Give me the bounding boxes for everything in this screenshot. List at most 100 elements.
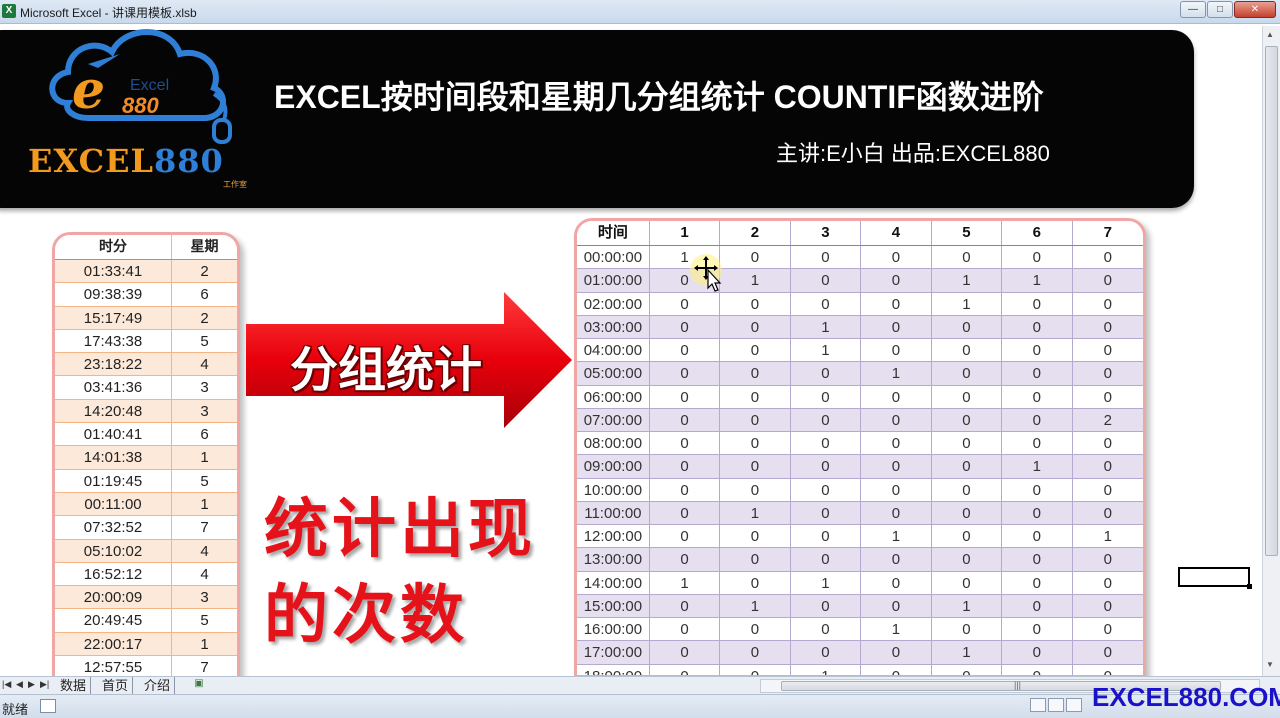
count-cell[interactable]: 0: [1002, 339, 1073, 362]
count-cell[interactable]: 0: [720, 455, 791, 478]
hour-cell[interactable]: 14:00:00: [577, 571, 650, 594]
count-cell[interactable]: 0: [720, 548, 791, 571]
count-cell[interactable]: 0: [932, 478, 1003, 501]
count-cell[interactable]: 1: [1073, 525, 1143, 547]
hour-cell[interactable]: 17:00:00: [577, 641, 650, 664]
count-cell[interactable]: 0: [720, 432, 791, 455]
weekday-cell[interactable]: 4: [172, 563, 237, 585]
count-cell[interactable]: 1: [932, 292, 1003, 315]
count-cell[interactable]: 0: [1073, 595, 1143, 617]
count-cell[interactable]: 0: [861, 478, 932, 501]
count-cell[interactable]: 0: [1073, 618, 1143, 640]
hour-cell[interactable]: 08:00:00: [577, 432, 650, 455]
count-cell[interactable]: 0: [791, 501, 862, 524]
last-sheet-icon[interactable]: ▶|: [40, 679, 49, 690]
count-cell[interactable]: 0: [861, 385, 932, 408]
weekday-cell[interactable]: 1: [172, 493, 237, 515]
weekday-cell[interactable]: 7: [172, 516, 237, 538]
weekday-cell[interactable]: 4: [172, 353, 237, 375]
hour-cell[interactable]: 02:00:00: [577, 292, 650, 315]
count-cell[interactable]: 0: [791, 525, 862, 548]
weekday-cell[interactable]: 3: [172, 586, 237, 608]
normal-view-icon[interactable]: [1030, 698, 1046, 712]
weekday-cell[interactable]: 2: [172, 307, 237, 329]
count-cell[interactable]: 0: [932, 339, 1003, 362]
count-cell[interactable]: 0: [650, 525, 721, 548]
count-cell[interactable]: 0: [1073, 269, 1143, 291]
count-cell[interactable]: 0: [650, 455, 721, 478]
count-cell[interactable]: 0: [932, 432, 1003, 455]
count-cell[interactable]: 0: [861, 432, 932, 455]
count-cell[interactable]: 1: [932, 594, 1003, 617]
hour-cell[interactable]: 16:00:00: [577, 618, 650, 641]
count-cell[interactable]: 0: [720, 641, 791, 664]
time-cell[interactable]: 01:33:41: [55, 260, 172, 283]
count-cell[interactable]: 0: [650, 641, 721, 664]
tab-sheet-home[interactable]: 首页: [98, 677, 134, 694]
count-cell[interactable]: 0: [1002, 501, 1073, 524]
insert-sheet-icon[interactable]: ▣: [190, 678, 208, 692]
time-cell[interactable]: 09:38:39: [55, 283, 172, 306]
count-cell[interactable]: 0: [791, 246, 862, 269]
time-cell[interactable]: 22:00:17: [55, 632, 172, 656]
time-cell[interactable]: 17:43:38: [55, 329, 172, 353]
count-cell[interactable]: 0: [650, 339, 721, 362]
tab-sheet-data[interactable]: 数据: [56, 677, 92, 694]
count-cell[interactable]: 0: [1073, 339, 1143, 361]
count-cell[interactable]: 0: [861, 455, 932, 478]
count-cell[interactable]: 0: [1073, 362, 1143, 384]
count-cell[interactable]: 0: [720, 246, 791, 269]
count-cell[interactable]: 1: [791, 315, 862, 338]
count-cell[interactable]: 0: [720, 362, 791, 385]
count-cell[interactable]: 0: [1002, 594, 1073, 617]
count-cell[interactable]: 0: [861, 501, 932, 524]
header-time[interactable]: 时间: [577, 221, 650, 245]
count-cell[interactable]: 0: [791, 548, 862, 571]
hour-cell[interactable]: 11:00:00: [577, 501, 650, 524]
count-cell[interactable]: 0: [650, 315, 721, 338]
vertical-scroll-thumb[interactable]: [1265, 46, 1278, 556]
count-cell[interactable]: 0: [1002, 362, 1073, 385]
hour-cell[interactable]: 15:00:00: [577, 594, 650, 617]
count-cell[interactable]: 0: [650, 432, 721, 455]
count-cell[interactable]: 0: [791, 432, 862, 455]
time-cell[interactable]: 12:57:55: [55, 656, 172, 677]
count-cell[interactable]: 0: [861, 269, 932, 292]
count-cell[interactable]: 0: [861, 408, 932, 431]
header-weekday[interactable]: 2: [720, 221, 791, 245]
count-cell[interactable]: 0: [650, 618, 721, 641]
count-cell[interactable]: 1: [861, 618, 932, 641]
count-cell[interactable]: 0: [932, 315, 1003, 338]
count-cell[interactable]: 1: [650, 571, 721, 594]
weekday-cell[interactable]: 6: [172, 423, 237, 445]
count-cell[interactable]: 1: [791, 339, 862, 362]
time-cell[interactable]: 00:11:00: [55, 492, 172, 516]
count-cell[interactable]: 0: [932, 525, 1003, 548]
count-cell[interactable]: 0: [1002, 478, 1073, 501]
count-cell[interactable]: 0: [1002, 292, 1073, 315]
hour-cell[interactable]: 03:00:00: [577, 315, 650, 338]
time-cell[interactable]: 20:49:45: [55, 609, 172, 632]
count-cell[interactable]: 0: [1002, 548, 1073, 571]
weekday-cell[interactable]: 5: [172, 470, 237, 492]
scroll-up-icon[interactable]: ▲: [1266, 30, 1274, 39]
count-cell[interactable]: 0: [861, 571, 932, 594]
hour-cell[interactable]: 13:00:00: [577, 548, 650, 571]
tab-sheet-intro[interactable]: 介绍: [140, 677, 176, 694]
count-cell[interactable]: 0: [861, 548, 932, 571]
count-cell[interactable]: 0: [932, 455, 1003, 478]
header-weekday[interactable]: 4: [861, 221, 932, 245]
count-cell[interactable]: 0: [1002, 432, 1073, 455]
header-weekday[interactable]: 5: [932, 221, 1003, 245]
count-cell[interactable]: 0: [791, 362, 862, 385]
count-cell[interactable]: 0: [1073, 293, 1143, 315]
count-cell[interactable]: 0: [720, 315, 791, 338]
count-cell[interactable]: 2: [1073, 409, 1143, 431]
count-cell[interactable]: 0: [1073, 479, 1143, 501]
prev-sheet-icon[interactable]: ◀: [16, 679, 23, 690]
count-cell[interactable]: 0: [932, 548, 1003, 571]
count-cell[interactable]: 0: [932, 501, 1003, 524]
count-cell[interactable]: 0: [1002, 408, 1073, 431]
hour-cell[interactable]: 12:00:00: [577, 525, 650, 548]
count-cell[interactable]: 1: [720, 594, 791, 617]
